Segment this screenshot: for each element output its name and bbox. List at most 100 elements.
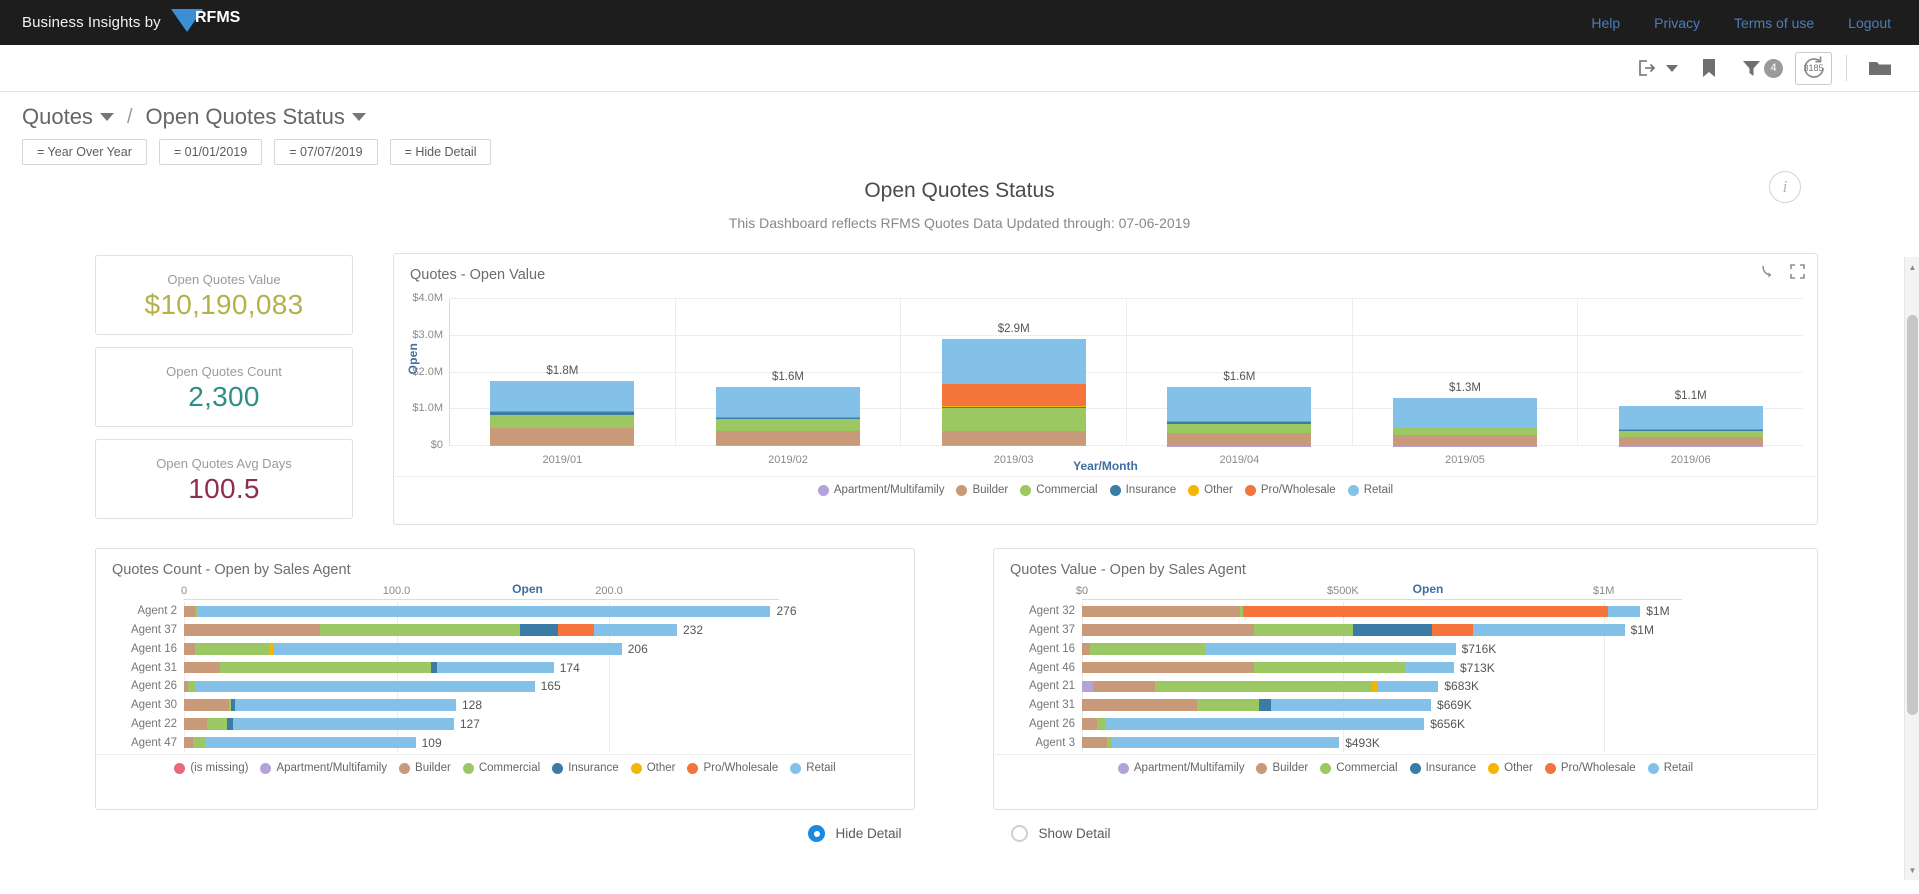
bar-segment[interactable] — [184, 736, 193, 749]
bar-segment[interactable] — [205, 736, 416, 749]
bar-segment[interactable] — [1607, 605, 1641, 618]
filter-chip-year-over-year[interactable]: = Year Over Year — [22, 139, 147, 165]
bar-segment[interactable] — [1096, 718, 1106, 730]
bar-segment[interactable] — [716, 387, 860, 418]
bar-segment[interactable] — [1167, 423, 1312, 434]
radio-show-detail-indicator[interactable] — [1011, 825, 1029, 842]
legend-item[interactable]: (is missing) — [174, 762, 248, 774]
legend-item[interactable]: Other — [630, 762, 675, 774]
bar-segment[interactable] — [184, 624, 320, 636]
breadcrumb-current[interactable]: Open Quotes Status — [146, 104, 345, 130]
bar-segment[interactable] — [320, 624, 520, 636]
bar-segment[interactable] — [235, 699, 456, 711]
bar-segment[interactable] — [490, 445, 635, 446]
chart-quotes-open-value[interactable]: Open $0 $1.0M $2.0M $3.0M $4.0M $1.8M 2019/01 $… — [394, 291, 1817, 476]
stacked-bar[interactable]: $2.9M — [941, 323, 1086, 446]
stacked-bar[interactable]: $1.1M — [1618, 390, 1763, 446]
bar-segment[interactable] — [1082, 699, 1197, 711]
bar-segment[interactable] — [941, 431, 1086, 446]
stacked-bar[interactable]: 127 — [184, 717, 480, 731]
legend-item[interactable]: Commercial — [1320, 762, 1398, 774]
stacked-bar[interactable]: $669K — [1082, 698, 1472, 712]
bar-segment[interactable] — [1431, 624, 1474, 636]
legend-item[interactable]: Other — [1488, 762, 1533, 774]
bar-segment[interactable] — [519, 624, 558, 636]
bar-segment[interactable] — [716, 419, 860, 431]
stacked-bar[interactable]: $713K — [1082, 661, 1495, 675]
stacked-bar[interactable]: 109 — [184, 736, 442, 750]
bar-segment[interactable] — [941, 407, 1086, 432]
legend-item[interactable]: Builder — [956, 484, 1008, 496]
breadcrumb-root[interactable]: Quotes — [22, 104, 93, 130]
bar-segment[interactable] — [490, 427, 635, 446]
legend-item[interactable]: Commercial — [462, 762, 540, 774]
legend-item[interactable]: Apartment/Multifamily — [260, 762, 387, 774]
bar-segment[interactable] — [716, 430, 860, 446]
bar-segment[interactable] — [1082, 680, 1094, 693]
bar-segment[interactable] — [1473, 624, 1625, 636]
bar-segment[interactable] — [207, 718, 227, 730]
filter-chip-hide-detail[interactable]: = Hide Detail — [389, 139, 492, 165]
legend-item[interactable]: Pro/Wholesale — [1544, 762, 1636, 774]
stacked-bar[interactable]: $1M — [1082, 623, 1654, 637]
stacked-bar[interactable]: $683K — [1082, 679, 1479, 693]
bar-segment[interactable] — [1270, 699, 1431, 711]
bar-segment[interactable] — [1155, 680, 1372, 693]
bar-segment[interactable] — [1196, 699, 1260, 711]
scroll-down-arrow-icon[interactable]: ▼ — [1905, 862, 1919, 878]
legend-item[interactable]: Retail — [1347, 484, 1393, 496]
bar-segment[interactable] — [1093, 680, 1156, 693]
radio-hide-detail[interactable]: Hide Detail — [808, 825, 901, 842]
stacked-bar[interactable]: $1.8M — [490, 365, 635, 446]
bar-segment[interactable] — [184, 718, 208, 730]
drill-down-icon[interactable] — [1761, 264, 1776, 279]
legend-item[interactable]: Insurance — [552, 762, 619, 774]
bar-segment[interactable] — [1105, 718, 1425, 730]
legend-item[interactable]: Builder — [1256, 762, 1308, 774]
breadcrumb-current-caret-icon[interactable] — [351, 113, 366, 121]
page-scrollbar[interactable]: ▲ ▼ — [1904, 257, 1919, 880]
bar-segment[interactable] — [1393, 398, 1537, 427]
bar-segment[interactable] — [194, 680, 535, 693]
stacked-bar[interactable]: $1M — [1082, 604, 1670, 618]
expand-icon[interactable] — [1790, 264, 1805, 279]
bar-segment[interactable] — [1082, 661, 1255, 674]
stacked-bar[interactable]: $716K — [1082, 642, 1496, 656]
bar-segment[interactable] — [1082, 736, 1108, 749]
legend-item[interactable]: Retail — [1647, 762, 1693, 774]
legend-item[interactable]: Other — [1188, 484, 1233, 496]
folder-icon[interactable] — [1861, 51, 1899, 85]
radio-hide-detail-indicator[interactable] — [808, 825, 826, 842]
filter-chip-start-date[interactable]: = 01/01/2019 — [158, 139, 263, 165]
bar-segment[interactable] — [1090, 643, 1206, 655]
bar-segment[interactable] — [1167, 433, 1312, 446]
bar-segment[interactable] — [1405, 661, 1454, 674]
radio-show-detail[interactable]: Show Detail — [1011, 825, 1111, 842]
bar-segment[interactable] — [184, 661, 221, 674]
legend-item[interactable]: Insurance — [1409, 762, 1476, 774]
nav-link-logout[interactable]: Logout — [1848, 15, 1891, 31]
bar-segment[interactable] — [184, 605, 195, 618]
bar-segment[interactable] — [1618, 437, 1763, 446]
bar-segment[interactable] — [184, 699, 229, 711]
legend-item[interactable]: Commercial — [1020, 484, 1098, 496]
bar-segment[interactable] — [1082, 643, 1091, 655]
scroll-up-arrow-icon[interactable]: ▲ — [1905, 259, 1919, 275]
bar-segment[interactable] — [1254, 624, 1354, 636]
bar-segment[interactable] — [232, 718, 454, 730]
legend-item[interactable]: Pro/Wholesale — [687, 762, 778, 774]
bar-segment[interactable] — [220, 661, 431, 674]
legend-item[interactable]: Builder — [399, 762, 451, 774]
bar-segment[interactable] — [184, 643, 195, 655]
stacked-bar[interactable]: $656K — [1082, 717, 1465, 731]
bar-segment[interactable] — [1205, 643, 1456, 655]
bar-segment[interactable] — [594, 624, 677, 636]
bar-segment[interactable] — [192, 736, 206, 749]
bar-segment[interactable] — [1353, 624, 1432, 636]
bar-segment[interactable] — [1082, 624, 1255, 636]
nav-link-help[interactable]: Help — [1591, 15, 1620, 31]
bar-segment[interactable] — [1167, 387, 1312, 422]
bar-segment[interactable] — [1376, 680, 1439, 693]
legend-item[interactable]: Insurance — [1109, 484, 1176, 496]
nav-link-terms[interactable]: Terms of use — [1734, 15, 1814, 31]
